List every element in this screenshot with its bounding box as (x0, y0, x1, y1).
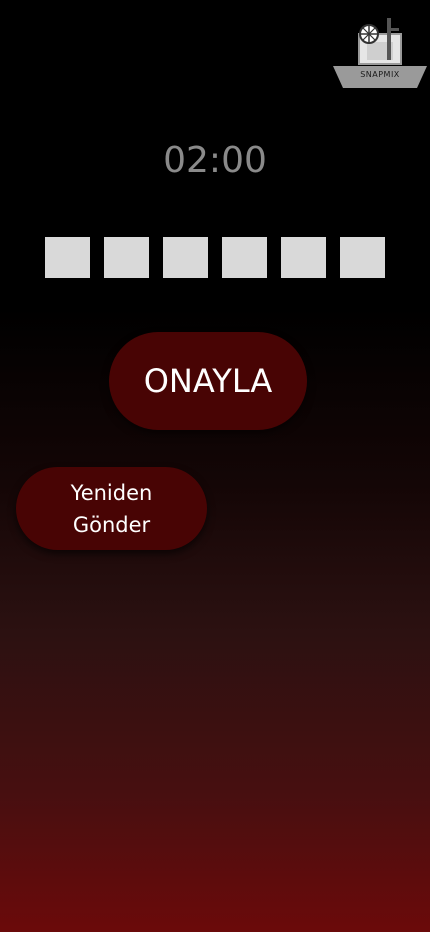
code-digit-4[interactable] (222, 237, 267, 278)
confirm-button-label: ONAYLA (143, 362, 273, 400)
verification-code-inputs (45, 237, 385, 278)
code-digit-3[interactable] (163, 237, 208, 278)
countdown-timer: 02:00 (163, 140, 267, 181)
code-digit-5[interactable] (281, 237, 326, 278)
code-digit-6[interactable] (340, 237, 385, 278)
logo-text: SNAPMIX (360, 70, 400, 79)
code-digit-2[interactable] (104, 237, 149, 278)
confirm-button[interactable]: ONAYLA (109, 332, 307, 430)
resend-code-button[interactable]: Yeniden Gönder (16, 467, 207, 550)
code-digit-1[interactable] (45, 237, 90, 278)
resend-button-label: Yeniden Gönder (70, 480, 153, 537)
snapmix-logo: SNAPMIX (333, 14, 427, 88)
